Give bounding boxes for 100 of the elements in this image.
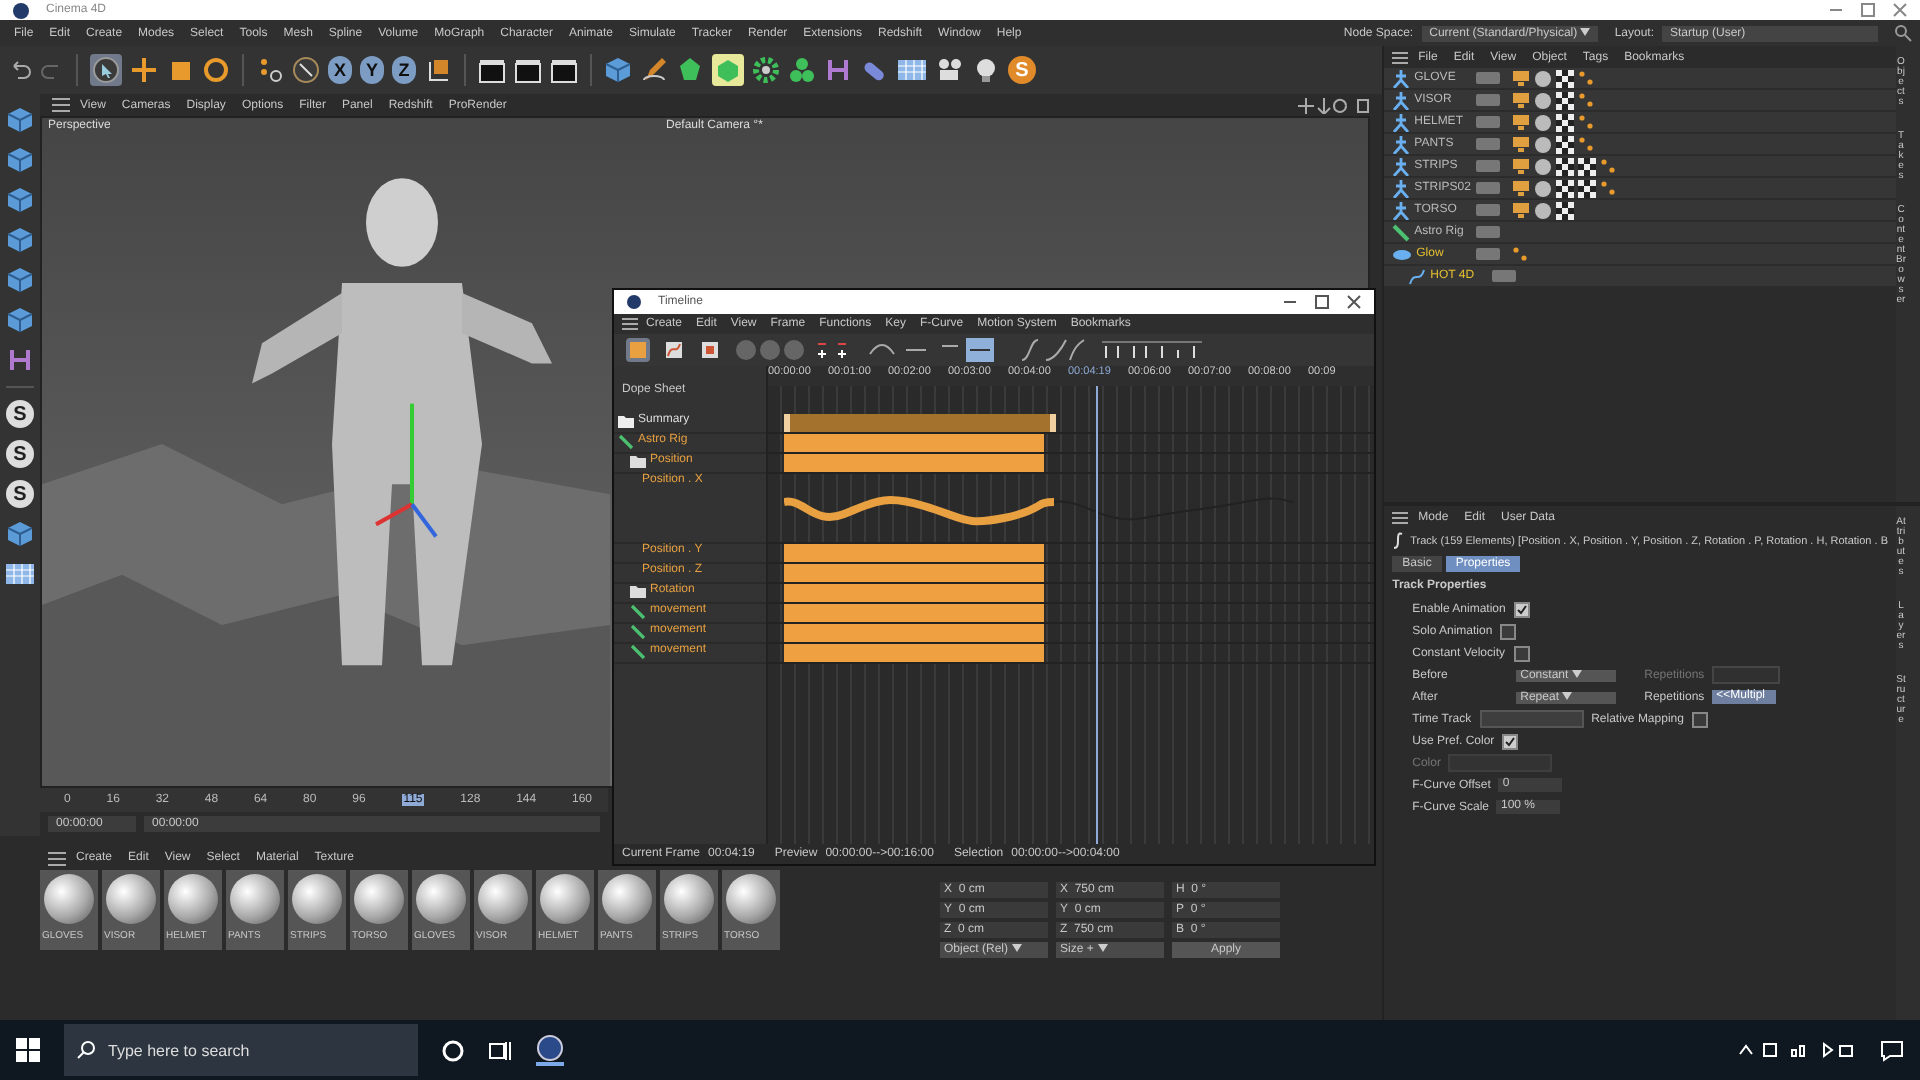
bracket-icon[interactable] bbox=[824, 56, 852, 84]
visibility-toggle[interactable] bbox=[1476, 160, 1501, 172]
cube-icon[interactable] bbox=[6, 226, 34, 254]
cube-icon[interactable] bbox=[6, 186, 34, 214]
visibility-toggle[interactable] bbox=[1476, 248, 1501, 260]
keyframe-tag-icon[interactable] bbox=[1578, 136, 1595, 152]
dots-icon[interactable] bbox=[256, 56, 284, 84]
time-track-field[interactable] bbox=[1479, 710, 1584, 728]
visibility-toggle[interactable] bbox=[1476, 94, 1501, 106]
keyframe-tag-icon[interactable] bbox=[1578, 114, 1595, 130]
f-curve-icon[interactable] bbox=[662, 338, 686, 362]
cube-icon[interactable] bbox=[6, 306, 34, 334]
clapperboard-icon[interactable] bbox=[550, 56, 578, 84]
plugin-badge-button[interactable]: S bbox=[6, 440, 34, 468]
grid-icon[interactable] bbox=[4, 560, 36, 588]
cube-icon[interactable] bbox=[604, 56, 632, 84]
checkbox[interactable] bbox=[1502, 733, 1519, 749]
gem-icon[interactable] bbox=[676, 56, 704, 84]
gear-icon[interactable] bbox=[752, 56, 780, 84]
caret-icon[interactable] bbox=[1562, 691, 1573, 700]
light-bulb-icon[interactable] bbox=[972, 56, 1000, 84]
checker-tag-icon[interactable] bbox=[1556, 113, 1575, 131]
checker-tag-icon[interactable] bbox=[1578, 179, 1597, 197]
task-view-icon[interactable] bbox=[488, 1039, 512, 1061]
keyframe-tag-icon[interactable] bbox=[1578, 92, 1595, 108]
visibility-toggle[interactable] bbox=[1476, 182, 1501, 194]
menu-icon[interactable] bbox=[52, 98, 70, 112]
tangent-tools-drawing[interactable] bbox=[1018, 338, 1086, 362]
keyframe-tag-icon[interactable] bbox=[1600, 180, 1617, 196]
display-tag-icon[interactable] bbox=[1512, 202, 1531, 218]
visibility-toggle[interactable] bbox=[1476, 116, 1501, 128]
display-tag-icon[interactable] bbox=[1512, 136, 1531, 152]
display-tag-icon[interactable] bbox=[1512, 92, 1531, 108]
display-tag-icon[interactable] bbox=[1512, 180, 1531, 196]
undo-icon[interactable] bbox=[8, 58, 32, 82]
keyframe-tag-icon[interactable] bbox=[1578, 70, 1595, 86]
film-icon[interactable] bbox=[698, 338, 722, 362]
checkbox[interactable] bbox=[1691, 711, 1708, 727]
rotate-icon[interactable] bbox=[202, 56, 230, 84]
search-icon[interactable] bbox=[1894, 24, 1912, 42]
keyframe-tag-icon[interactable] bbox=[1512, 246, 1529, 262]
menu-icon[interactable] bbox=[1392, 51, 1409, 63]
maximize-icon[interactable] bbox=[1860, 2, 1876, 18]
visibility-toggle[interactable] bbox=[1476, 72, 1501, 84]
checker-tag-icon[interactable] bbox=[1556, 201, 1575, 219]
display-tag-icon[interactable] bbox=[1512, 70, 1531, 86]
move-icon[interactable] bbox=[130, 56, 158, 84]
checkbox[interactable] bbox=[1513, 645, 1529, 661]
plugin-badge-button[interactable]: S bbox=[6, 480, 34, 508]
grid-icon[interactable] bbox=[896, 56, 928, 84]
checkbox[interactable] bbox=[1500, 623, 1517, 639]
close-icon[interactable] bbox=[1346, 294, 1362, 310]
cube-icon[interactable] bbox=[6, 106, 34, 134]
summary-key-bar[interactable] bbox=[784, 414, 1056, 432]
system-tray-drawing[interactable] bbox=[1736, 1040, 1856, 1060]
maximize-icon[interactable] bbox=[1314, 294, 1330, 310]
display-tag-icon[interactable] bbox=[1512, 158, 1531, 174]
checker-tag-icon[interactable] bbox=[1578, 157, 1597, 175]
taskbar-search-field[interactable]: Type here to search bbox=[64, 1024, 418, 1076]
scale-icon[interactable] bbox=[166, 56, 194, 84]
windows-logo-icon[interactable] bbox=[16, 1038, 40, 1062]
visibility-toggle[interactable] bbox=[1492, 270, 1517, 282]
pen-icon[interactable] bbox=[640, 56, 668, 84]
caret-icon[interactable] bbox=[1011, 944, 1022, 953]
cube-icon[interactable] bbox=[6, 146, 34, 174]
clapperboard-icon[interactable] bbox=[514, 56, 542, 84]
visibility-toggle[interactable] bbox=[1476, 204, 1501, 216]
navigation-controls-drawing[interactable] bbox=[1298, 97, 1371, 113]
notification-icon[interactable] bbox=[1880, 1039, 1904, 1061]
checkbox[interactable] bbox=[1513, 601, 1530, 617]
repetitions-field[interactable] bbox=[1712, 666, 1781, 684]
cube-icon[interactable] bbox=[6, 520, 34, 548]
cortana-icon[interactable] bbox=[442, 1039, 464, 1061]
caret-icon[interactable] bbox=[1580, 27, 1591, 36]
clapperboard-icon[interactable] bbox=[478, 56, 506, 84]
bracket-icon[interactable] bbox=[6, 346, 34, 374]
camera-icon[interactable] bbox=[936, 56, 964, 84]
checker-tag-icon[interactable] bbox=[1556, 157, 1575, 175]
visibility-toggle[interactable] bbox=[1476, 226, 1501, 238]
visibility-toggle[interactable] bbox=[1476, 138, 1501, 150]
close-icon[interactable] bbox=[1892, 2, 1908, 18]
cube-icon[interactable] bbox=[6, 266, 34, 294]
spheres-icon[interactable] bbox=[788, 56, 816, 84]
axis-lock-button[interactable]: X bbox=[328, 56, 352, 84]
axis-lock-button[interactable]: Z bbox=[392, 56, 416, 84]
menu-icon[interactable] bbox=[1392, 511, 1409, 523]
checker-tag-icon[interactable] bbox=[1556, 135, 1575, 153]
checker-tag-icon[interactable] bbox=[1556, 69, 1575, 87]
coordinate-system-icon[interactable] bbox=[424, 56, 452, 84]
checker-tag-icon[interactable] bbox=[1556, 179, 1575, 197]
checker-tag-icon[interactable] bbox=[1556, 91, 1575, 109]
caret-icon[interactable] bbox=[1571, 669, 1582, 678]
app-taskbar-icon[interactable] bbox=[536, 1034, 564, 1066]
keyframe-tag-icon[interactable] bbox=[1600, 158, 1617, 174]
cursor-icon[interactable] bbox=[90, 54, 122, 86]
caret-icon[interactable] bbox=[1097, 944, 1108, 953]
plugin-badge-button[interactable]: S bbox=[6, 400, 34, 428]
menu-icon[interactable] bbox=[622, 318, 638, 330]
axis-lock-button[interactable]: Y bbox=[360, 56, 384, 84]
display-tag-icon[interactable] bbox=[1512, 114, 1531, 130]
